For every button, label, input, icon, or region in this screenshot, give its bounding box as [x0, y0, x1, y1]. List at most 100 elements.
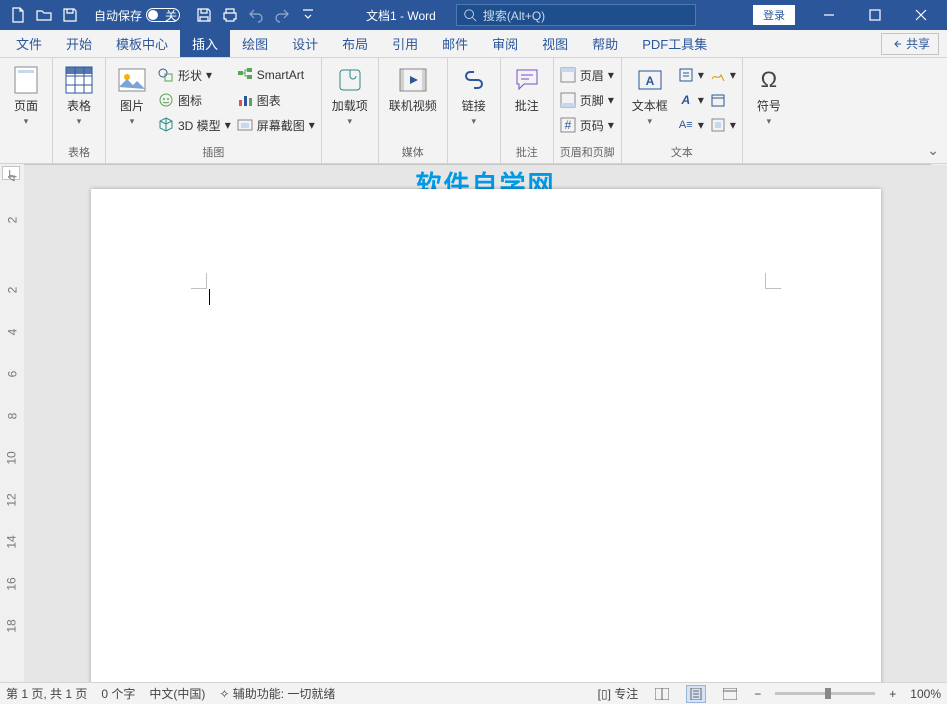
status-accessibility[interactable]: ✧ 辅助功能: 一切就绪	[219, 685, 335, 702]
3dmodel-button[interactable]: 3D 模型 ▾	[158, 114, 231, 136]
title-right: 登录	[753, 0, 947, 30]
search-placeholder: 搜索(Alt+Q)	[483, 7, 545, 24]
shapes-button[interactable]: 形状 ▾	[158, 64, 231, 86]
svg-text:A: A	[645, 74, 654, 88]
document-area: L 86422468101214161820222426283032343638…	[0, 164, 947, 682]
table-button[interactable]: 表格 ▾	[59, 62, 99, 129]
dropcap-icon: A≡	[678, 117, 694, 133]
focus-mode-button[interactable]: [▯] 专注	[598, 685, 639, 702]
tab-insert[interactable]: 插入	[180, 30, 230, 57]
web-layout-button[interactable]	[720, 685, 740, 703]
textbox-button[interactable]: A 文本框 ▾	[628, 62, 672, 129]
group-label-comment: 批注	[507, 142, 547, 163]
picture-button[interactable]: 图片 ▾	[112, 62, 152, 129]
links-button[interactable]: 链接 ▾	[454, 62, 494, 129]
chevron-down-icon: ▾	[472, 116, 477, 127]
chart-button[interactable]: 图表	[237, 89, 315, 111]
toggle-switch[interactable]: 关	[146, 8, 180, 22]
online-video-button[interactable]: 联机视频	[385, 62, 441, 115]
zoom-slider[interactable]	[775, 692, 875, 695]
datetime-button[interactable]	[710, 89, 736, 111]
tab-home[interactable]: 开始	[54, 30, 104, 57]
ribbon-collapse-button[interactable]: ⌄	[927, 142, 939, 159]
share-icon	[890, 38, 902, 50]
tab-view[interactable]: 视图	[530, 30, 580, 57]
header-icon	[560, 67, 576, 83]
zoom-in-button[interactable]: +	[889, 687, 896, 701]
document-title: 文档1 - Word	[366, 7, 436, 24]
save-icon[interactable]	[192, 3, 216, 27]
maximize-button[interactable]	[853, 0, 897, 30]
icons-button[interactable]: 图标	[158, 89, 231, 111]
tab-mail[interactable]: 邮件	[430, 30, 480, 57]
undo-icon[interactable]	[244, 3, 268, 27]
object-button[interactable]: ▾	[710, 114, 736, 136]
login-button[interactable]: 登录	[753, 5, 795, 25]
header-button[interactable]: 页眉 ▾	[560, 64, 614, 86]
zoom-out-button[interactable]: −	[754, 687, 761, 701]
group-text: A 文本框 ▾ ▾ A▾ A≡▾ ▾ ▾ 文本	[622, 58, 743, 163]
tab-review[interactable]: 审阅	[480, 30, 530, 57]
group-headerfooter: 页眉 ▾ 页脚 ▾ #页码 ▾ 页眉和页脚	[554, 58, 622, 163]
footer-button[interactable]: 页脚 ▾	[560, 89, 614, 111]
status-words[interactable]: 0 个字	[101, 685, 135, 702]
shapes-icon	[158, 67, 174, 83]
search-icon	[463, 8, 477, 22]
tab-help[interactable]: 帮助	[580, 30, 630, 57]
vertical-ruler[interactable]: 4224681012141618	[0, 165, 24, 682]
svg-text:#: #	[564, 118, 571, 132]
dropcap-button[interactable]: A≡▾	[678, 114, 704, 136]
tab-references[interactable]: 引用	[380, 30, 430, 57]
zoom-level[interactable]: 100%	[910, 687, 941, 701]
print-layout-button[interactable]	[686, 685, 706, 703]
icons-icon	[158, 92, 174, 108]
quick-access-toolbar-2	[186, 3, 326, 27]
comment-button[interactable]: 批注	[507, 62, 547, 115]
print-icon[interactable]	[218, 3, 242, 27]
new-file-icon[interactable]	[6, 3, 30, 27]
screenshot-button[interactable]: 屏幕截图 ▾	[237, 114, 315, 136]
document-page[interactable]	[91, 189, 881, 682]
page-button[interactable]: 页面 ▾	[6, 62, 46, 129]
qat-dropdown-icon[interactable]	[296, 3, 320, 27]
open-file-icon[interactable]	[32, 3, 56, 27]
quickparts-button[interactable]: ▾	[678, 64, 704, 86]
tab-template[interactable]: 模板中心	[104, 30, 180, 57]
ribbon-tabs: 文件 开始 模板中心 插入 绘图 设计 布局 引用 邮件 审阅 视图 帮助 PD…	[0, 30, 947, 58]
group-media: 联机视频 媒体	[379, 58, 448, 163]
tab-design[interactable]: 设计	[280, 30, 330, 57]
save-as-icon[interactable]	[58, 3, 82, 27]
status-bar: 第 1 页, 共 1 页 0 个字 中文(中国) ✧ 辅助功能: 一切就绪 [▯…	[0, 682, 947, 704]
share-button[interactable]: 共享	[881, 33, 939, 55]
redo-icon[interactable]	[270, 3, 294, 27]
quick-access-toolbar	[0, 3, 88, 27]
minimize-button[interactable]	[807, 0, 851, 30]
tab-layout[interactable]: 布局	[330, 30, 380, 57]
addins-button[interactable]: 加载项 ▾	[328, 62, 372, 129]
group-label-media: 媒体	[385, 142, 441, 163]
group-table: 表格 ▾ 表格	[53, 58, 106, 163]
search-box[interactable]: 搜索(Alt+Q)	[456, 4, 696, 26]
tab-draw[interactable]: 绘图	[230, 30, 280, 57]
status-page[interactable]: 第 1 页, 共 1 页	[6, 685, 87, 702]
smartart-button[interactable]: SmartArt	[237, 64, 315, 86]
read-mode-button[interactable]	[652, 685, 672, 703]
wordart-button[interactable]: A▾	[678, 89, 704, 111]
page-icon	[10, 64, 42, 96]
signature-button[interactable]: ▾	[710, 64, 736, 86]
pagenum-button[interactable]: #页码 ▾	[560, 114, 614, 136]
group-label-text: 文本	[628, 142, 736, 163]
group-label-table: 表格	[59, 142, 99, 163]
close-button[interactable]	[899, 0, 943, 30]
status-lang[interactable]: 中文(中国)	[149, 685, 205, 702]
footer-icon	[560, 92, 576, 108]
group-symbol: Ω 符号 ▾	[743, 58, 795, 163]
datetime-icon	[710, 92, 726, 108]
chevron-down-icon: ▾	[348, 116, 353, 127]
autosave-toggle[interactable]: 自动保存 关	[88, 7, 186, 24]
chevron-down-icon: ▾	[767, 116, 772, 127]
tab-file[interactable]: 文件	[4, 30, 54, 57]
scroll-area[interactable]: 软件自学网 WWW.RJZXW.COM	[24, 165, 947, 682]
tab-pdf[interactable]: PDF工具集	[630, 30, 719, 57]
symbol-button[interactable]: Ω 符号 ▾	[749, 62, 789, 129]
